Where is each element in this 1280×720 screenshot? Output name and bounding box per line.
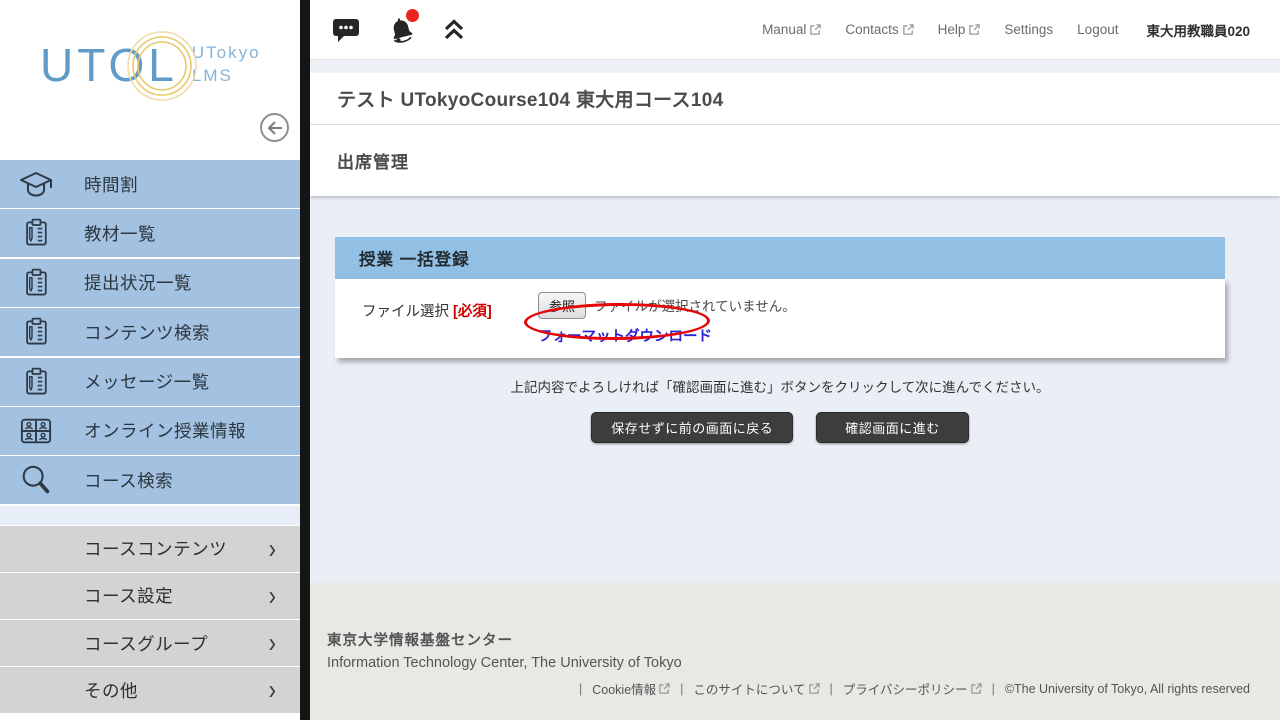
content-area: 授業 一括登録 ファイル選択 [必須] 参照ファイルが選択されていません。 フォ…: [310, 196, 1280, 583]
clipboard-icon: [17, 267, 55, 299]
external-link-icon: [810, 24, 821, 35]
logout-link[interactable]: Logout: [1077, 22, 1118, 37]
instruction-text: 上記内容でよろしければ「確認画面に進む」ボタンをクリックして次に進んでください。: [335, 376, 1225, 396]
external-link-icon: [903, 24, 914, 35]
logo-text: UTOL: [40, 39, 178, 91]
chat-button[interactable]: [332, 17, 360, 43]
external-link-icon: [971, 683, 982, 694]
chevron-right-icon: ›: [269, 535, 276, 563]
chat-icon: [332, 17, 360, 43]
topbar: Manual Contacts Help Settings Logout 東: [310, 0, 1280, 60]
sidebar-item-course-contents[interactable]: コースコンテンツ ›: [0, 526, 300, 572]
notification-badge: [406, 9, 419, 22]
panel-title: 授業 一括登録: [359, 246, 470, 270]
scroll-top-button[interactable]: [442, 18, 466, 42]
sidebar-item-label: 教材一覧: [84, 221, 156, 246]
footer-org-ja: 東京大学情報基盤センター: [327, 629, 1250, 650]
file-select-label: ファイル選択 [必須]: [362, 292, 538, 346]
sidebar-item-label: コース検索: [84, 468, 173, 493]
chevron-right-icon: ›: [269, 582, 276, 610]
sidebar-spacer: [0, 506, 300, 525]
sidebar-divider: [300, 0, 310, 720]
double-chevron-up-icon: [442, 18, 466, 42]
external-link-icon: [659, 683, 670, 694]
page-gap: [310, 60, 1280, 73]
file-input-area: 参照ファイルが選択されていません。 フォーマットダウンロード: [538, 292, 796, 346]
manual-link[interactable]: Manual: [762, 22, 821, 37]
file-select-row: ファイル選択 [必須] 参照ファイルが選択されていません。 フォーマットダウンロ…: [362, 292, 1205, 346]
sidebar-collapse-button[interactable]: [260, 113, 289, 142]
privacy-policy-link[interactable]: プライバシーポリシー: [843, 679, 982, 698]
footer-org-en: Information Technology Center, The Unive…: [327, 655, 1250, 671]
logo-subtext: UTokyo LMS: [192, 42, 261, 88]
external-link-icon: [809, 683, 820, 694]
required-badge: [必須]: [453, 304, 492, 320]
settings-link[interactable]: Settings: [1004, 22, 1053, 37]
external-link-icon: [969, 24, 980, 35]
browse-button[interactable]: 参照: [538, 292, 586, 319]
graduation-cap-icon: [17, 169, 55, 199]
sidebar-item-label: 提出状況一覧: [84, 270, 192, 295]
panel-header: 授業 一括登録: [335, 237, 1225, 279]
panel-body: ファイル選択 [必須] 参照ファイルが選択されていません。 フォーマットダウンロ…: [335, 279, 1225, 358]
clipboard-icon: [17, 217, 55, 249]
copyright-text: ©The University of Tokyo, All rights res…: [1005, 682, 1250, 696]
sidebar-item-label: メッセージ一覧: [84, 369, 210, 394]
logo-area: UTOL UTokyo LMS: [0, 0, 300, 160]
sidebar-item-timetable[interactable]: 時間割: [0, 160, 300, 208]
cookie-info-link[interactable]: Cookie情報: [592, 679, 670, 698]
action-buttons: 保存せずに前の画面に戻る 確認画面に進む: [335, 412, 1225, 443]
back-without-save-button[interactable]: 保存せずに前の画面に戻る: [591, 412, 793, 443]
sidebar-item-others[interactable]: その他 ›: [0, 667, 300, 713]
format-download-link[interactable]: フォーマットダウンロード: [538, 325, 712, 346]
chevron-right-icon: ›: [269, 676, 276, 704]
logged-in-user: 東大用教職員020: [1146, 20, 1250, 40]
arrow-left-icon: [267, 121, 283, 135]
course-title: テスト UTokyoCourse104 東大用コース104: [337, 85, 723, 112]
footer-links: | Cookie情報 | このサイトについて | プライバシーポリシー | ©T…: [327, 679, 1250, 698]
utol-logo: UTOL UTokyo LMS: [40, 42, 261, 88]
help-link[interactable]: Help: [938, 22, 981, 37]
no-file-selected-text: ファイルが選択されていません。: [594, 299, 796, 314]
topbar-links: Manual Contacts Help Settings Logout 東: [762, 20, 1250, 40]
sidebar-nav: 時間割 教材一覧 提出状況一覧 コンテンツ検索: [0, 160, 300, 713]
notifications-button[interactable]: [386, 15, 416, 45]
utol-lms-app: UTOL UTokyo LMS 時間割: [0, 0, 1280, 720]
section-title: 出席管理: [337, 148, 409, 173]
sidebar: UTOL UTokyo LMS 時間割: [0, 0, 300, 720]
bulk-register-panel: 授業 一括登録 ファイル選択 [必須] 参照ファイルが選択されていません。 フォ…: [335, 237, 1225, 358]
sidebar-item-content-search[interactable]: コンテンツ検索: [0, 308, 300, 356]
video-grid-icon: [17, 415, 55, 447]
sidebar-item-course-settings[interactable]: コース設定 ›: [0, 573, 300, 619]
chevron-right-icon: ›: [269, 629, 276, 657]
search-icon: [17, 463, 55, 497]
about-site-link[interactable]: このサイトについて: [693, 679, 819, 698]
main-column: Manual Contacts Help Settings Logout 東: [310, 0, 1280, 720]
sidebar-item-label: コンテンツ検索: [84, 320, 210, 345]
page-footer: 東京大学情報基盤センター Information Technology Cent…: [310, 583, 1280, 720]
sidebar-item-materials[interactable]: 教材一覧: [0, 209, 300, 257]
sidebar-item-messages[interactable]: メッセージ一覧: [0, 358, 300, 406]
file-input: 参照ファイルが選択されていません。: [538, 292, 796, 319]
contacts-link[interactable]: Contacts: [845, 22, 913, 37]
sidebar-item-course-search[interactable]: コース検索: [0, 456, 300, 504]
sidebar-item-course-group[interactable]: コースグループ ›: [0, 620, 300, 666]
course-title-bar: テスト UTokyoCourse104 東大用コース104: [310, 73, 1280, 125]
sidebar-item-label: 時間割: [84, 172, 138, 197]
clipboard-icon: [17, 316, 55, 348]
sidebar-item-label: オンライン授業情報: [84, 418, 246, 443]
clipboard-icon: [17, 366, 55, 398]
sidebar-item-online-class-info[interactable]: オンライン授業情報: [0, 407, 300, 455]
sidebar-item-submission-status[interactable]: 提出状況一覧: [0, 259, 300, 307]
topbar-icons: [332, 15, 466, 45]
proceed-to-confirm-button[interactable]: 確認画面に進む: [816, 412, 969, 443]
section-title-bar: 出席管理: [310, 125, 1280, 196]
